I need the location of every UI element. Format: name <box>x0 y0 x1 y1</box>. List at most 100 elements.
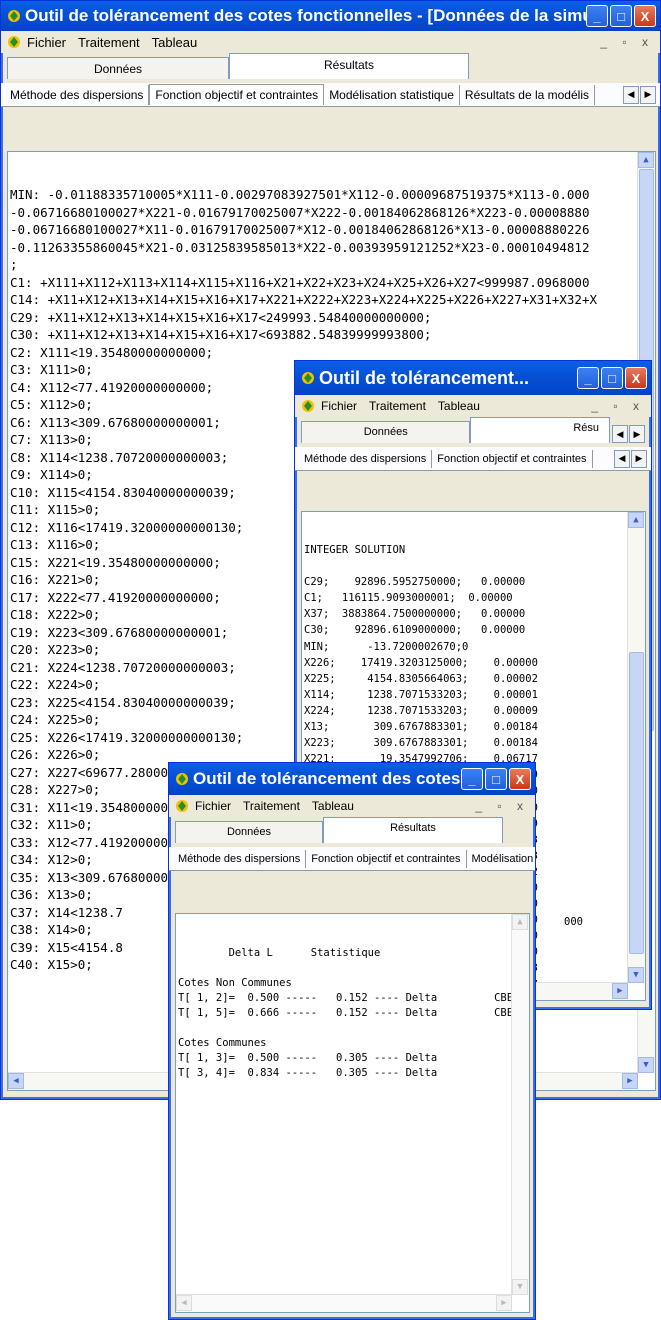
tab-donnees[interactable]: Données <box>7 57 229 79</box>
text-line: T[ 1, 2]= 0.500 ----- 0.152 ---- Delta C… <box>178 992 514 1004</box>
maximize-button[interactable]: □ <box>485 768 507 790</box>
text-line <box>176 1021 529 1036</box>
text-line: C30: +X11+X12+X13+X14+X15+X16+X17<693882… <box>10 327 432 342</box>
menu-traitement[interactable]: Traitement <box>78 35 140 50</box>
scroll-thumb[interactable] <box>629 652 644 954</box>
text-line <box>176 961 529 976</box>
subtab-methode[interactable]: Méthode des dispersions <box>173 849 307 868</box>
scroll-down-icon[interactable]: ▼ <box>628 967 644 983</box>
scroll-right-icon[interactable]: ▶ <box>496 1295 512 1311</box>
minimize-button[interactable]: _ <box>461 768 483 790</box>
tab-scroll-right-icon[interactable]: ▶ <box>629 425 645 443</box>
menu-traitement[interactable]: Traitement <box>243 799 300 813</box>
tab-scroll-left-icon[interactable]: ◀ <box>614 449 630 468</box>
second-top-tabs: Données Résu ◀ ▶ <box>295 417 651 443</box>
doc-icon <box>176 800 188 812</box>
main-titlebar[interactable]: Outil de tolérancement des cotes fonctio… <box>1 1 660 31</box>
second-titlebar[interactable]: Outil de tolérancement... _ □ X <box>295 361 651 395</box>
text-line: ; <box>10 257 18 272</box>
text-line: C1; 116115.9093000001; 0.00000 <box>304 592 513 605</box>
text-line: Cotes Communes <box>178 1037 267 1049</box>
third-titlebar[interactable]: Outil de tolérancement des cotes ... _ □… <box>169 763 535 795</box>
mdi-controls-icon[interactable]: _ ▫ x <box>600 35 654 49</box>
text-line: T[ 1, 5]= 0.666 ----- 0.152 ---- Delta C… <box>178 1007 514 1019</box>
text-line: C29; 92896.5952750000; 0.00000 <box>304 576 526 589</box>
tab-donnees[interactable]: Données <box>175 821 323 843</box>
app-icon <box>302 372 314 384</box>
text-line: -0.06716680100027*X221-0.01679170025007*… <box>10 204 590 220</box>
second-vertical-scrollbar[interactable]: ▲ ▼ <box>627 512 645 983</box>
menu-tableau[interactable]: Tableau <box>152 35 198 50</box>
text-line: C2: X111<19.35480000000000; <box>10 344 214 360</box>
doc-icon <box>8 36 20 48</box>
menu-tableau[interactable]: Tableau <box>312 799 354 813</box>
text-line: -0.11263355860045*X21-0.03125839585013*X… <box>10 239 590 255</box>
scroll-up-icon[interactable]: ▲ <box>512 914 528 930</box>
scroll-up-icon[interactable]: ▲ <box>628 512 644 528</box>
tab-resultats[interactable]: Résultats <box>323 817 503 843</box>
maximize-button[interactable]: □ <box>601 367 623 389</box>
app-icon <box>176 773 188 785</box>
subtab-methode[interactable]: Méthode des dispersions <box>5 84 150 105</box>
scroll-up-icon[interactable]: ▲ <box>638 152 654 168</box>
third-vertical-scrollbar[interactable]: ▲ ▼ <box>511 914 529 1295</box>
minimize-button[interactable]: _ <box>586 5 608 27</box>
text-line: X226; 17419.3203125000; 0.00000 <box>304 656 538 669</box>
tab-donnees[interactable]: Données <box>301 421 471 443</box>
menu-tableau[interactable]: Tableau <box>438 399 480 413</box>
main-sub-tabs: Méthode des dispersions Fonction objecti… <box>1 83 660 107</box>
main-top-tabs: Données Résultats <box>1 53 660 79</box>
menu-traitement[interactable]: Traitement <box>369 399 426 413</box>
window-title: Outil de tolérancement des cotes fonctio… <box>25 6 586 25</box>
third-text-area[interactable]: Delta L Statistique Cotes Non Communes T[ … <box>175 913 530 1313</box>
text-line <box>302 558 645 574</box>
mdi-controls-icon[interactable]: _ ▫ x <box>475 799 529 813</box>
subtab-resultats-modelisation[interactable]: Résultats de la modélis <box>460 84 595 105</box>
close-button[interactable]: X <box>509 768 531 790</box>
scroll-right-icon[interactable]: ▶ <box>612 983 628 999</box>
tab-resultats[interactable]: Résu <box>470 417 610 443</box>
text-line: MIN; -13.7200002670;0 <box>304 640 469 653</box>
tab-scroll-left-icon[interactable]: ◀ <box>623 85 639 104</box>
scroll-left-icon[interactable]: ◀ <box>8 1073 24 1089</box>
scroll-right-icon[interactable]: ▶ <box>622 1073 638 1089</box>
subtab-fonction[interactable]: Fonction objectif et contraintes <box>306 849 467 868</box>
subtab-fonction[interactable]: Fonction objectif et contraintes <box>432 449 593 468</box>
window-title: Outil de tolérancement... <box>319 367 530 388</box>
subtab-fonction[interactable]: Fonction objectif et contraintes <box>149 84 325 105</box>
text-line: C1: +X111+X112+X113+X114+X115+X116+X21+X… <box>10 274 590 290</box>
tab-scroll-right-icon[interactable]: ▶ <box>631 449 647 468</box>
tab-resultats[interactable]: Résultats <box>229 53 469 79</box>
menu-fichier[interactable]: Fichier <box>195 799 231 813</box>
third-top-tabs: Données Résultats <box>169 817 535 843</box>
scroll-down-icon[interactable]: ▼ <box>512 1279 528 1295</box>
text-line: C30; 92896.6109000000; 0.00000 <box>304 624 526 637</box>
text-line: X225; 4154.8305664063; 0.00002 <box>304 672 538 685</box>
third-horizontal-scrollbar[interactable]: ◀ ▶ <box>176 1294 512 1312</box>
text-line: MIN: -0.01188335710005*X111-0.0029708392… <box>10 187 590 202</box>
subtab-modelisation[interactable]: Modélisation statist <box>467 850 536 868</box>
window-title: Outil de tolérancement des cotes ... <box>193 769 461 788</box>
tab-scroll-left-icon[interactable]: ◀ <box>612 425 628 443</box>
scroll-left-icon[interactable]: ◀ <box>176 1295 192 1311</box>
app-icon <box>8 10 20 22</box>
minimize-button[interactable]: _ <box>577 367 599 389</box>
subtab-modelisation[interactable]: Modélisation statistique <box>324 84 460 105</box>
close-button[interactable]: X <box>634 5 656 27</box>
mdi-controls-icon[interactable]: _ ▫ x <box>591 399 645 413</box>
text-line: INTEGER SOLUTION <box>304 544 406 556</box>
text-line: Cotes Non Communes <box>178 977 292 989</box>
menubar: Fichier Traitement Tableau _ ▫ x <box>1 31 660 53</box>
scroll-down-icon[interactable]: ▼ <box>638 1057 654 1073</box>
maximize-button[interactable]: □ <box>610 5 632 27</box>
third-sub-tabs: Méthode des dispersions Fonction objecti… <box>169 847 535 871</box>
doc-icon <box>302 400 314 412</box>
close-button[interactable]: X <box>625 367 647 389</box>
tab-scroll-right-icon[interactable]: ▶ <box>640 85 656 104</box>
menubar: Fichier Traitement Tableau _ ▫ x <box>169 795 535 817</box>
subtab-methode[interactable]: Méthode des dispersions <box>299 449 433 468</box>
menu-fichier[interactable]: Fichier <box>27 35 66 50</box>
text-line: X13; 309.6767883301; 0.00184 <box>304 721 538 734</box>
menu-fichier[interactable]: Fichier <box>321 399 357 413</box>
text-line: C14: +X11+X12+X13+X14+X15+X16+X17+X221+X… <box>10 292 597 307</box>
